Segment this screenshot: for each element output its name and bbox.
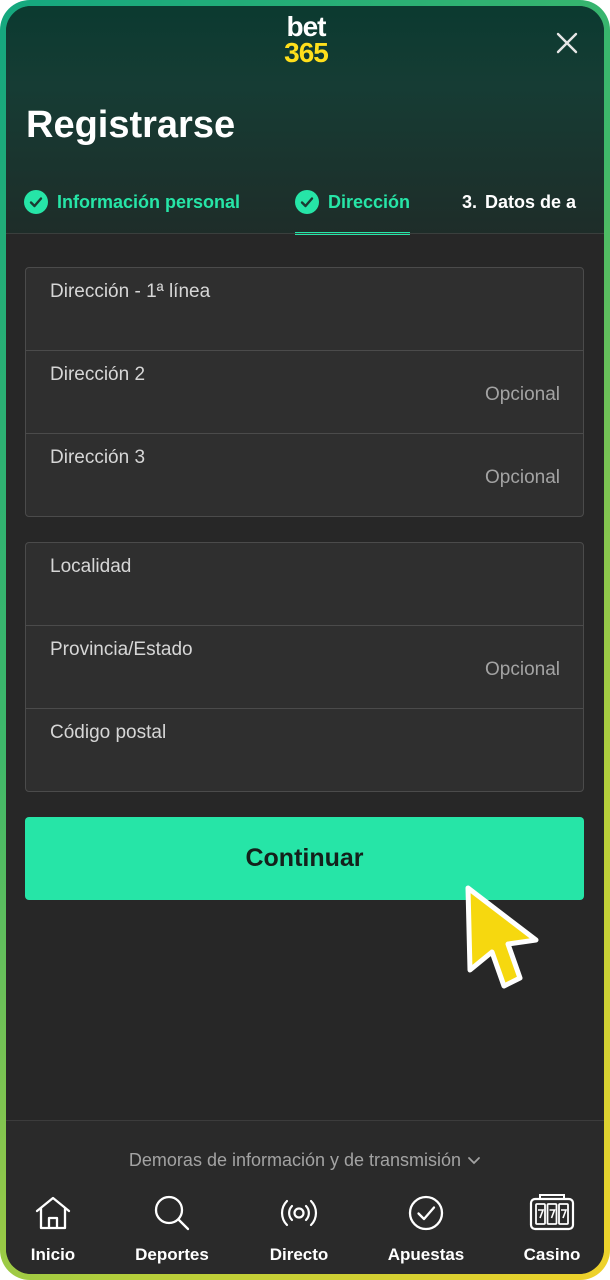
logo-bottom-text: 365: [284, 37, 329, 68]
tab-account-details[interactable]: 3. Datos de a: [462, 192, 576, 232]
delays-toggle[interactable]: Demoras de información y de transmisión: [6, 1150, 604, 1171]
province-state-field[interactable]: Provincia/Estado Opcional: [26, 626, 583, 709]
nav-item-apuestas[interactable]: Apuestas: [371, 1191, 481, 1265]
device-frame: bet 365 Registrarse Información personal…: [0, 0, 610, 1280]
tab-label: Información personal: [57, 192, 241, 212]
city-field[interactable]: Localidad: [26, 543, 583, 626]
field-label: Dirección 3: [50, 447, 146, 468]
address-line-3-field[interactable]: Dirección 3 Opcional: [26, 434, 583, 516]
live-broadcast-icon: [244, 1191, 354, 1235]
nav-label: Deportes: [135, 1245, 209, 1264]
app-screen: bet 365 Registrarse Información personal…: [6, 6, 604, 1274]
address-line-2-field[interactable]: Dirección 2 Opcional: [26, 351, 583, 434]
postal-code-field[interactable]: Código postal: [26, 709, 583, 791]
nav-label: Casino: [523, 1245, 581, 1264]
delays-text: Demoras de información y de transmisión: [128, 1150, 462, 1170]
tab-label: Datos de a: [485, 192, 577, 212]
search-icon: [117, 1191, 227, 1235]
chevron-down-icon: [468, 1157, 480, 1165]
nav-label: Directo: [269, 1245, 329, 1264]
nav-label: Apuestas: [387, 1245, 465, 1264]
optional-hint: Opcional: [485, 659, 560, 680]
pointer-cursor-icon: [456, 878, 546, 1005]
nav-item-deportes[interactable]: Deportes: [117, 1191, 227, 1265]
page-title: Registrarse: [26, 104, 236, 146]
address-fields-group: Dirección - 1ª línea Dirección 2 Opciona…: [25, 267, 584, 517]
nav-item-casino[interactable]: Casino: [497, 1191, 604, 1265]
check-icon: [24, 190, 48, 214]
divider: [6, 233, 604, 234]
location-fields-group: Localidad Provincia/Estado Opcional Códi…: [25, 542, 584, 792]
tab-personal-info[interactable]: Información personal: [24, 190, 241, 232]
slot-machine-icon: [497, 1191, 604, 1235]
nav-item-directo[interactable]: Directo: [244, 1191, 354, 1265]
tab-address[interactable]: Dirección: [295, 190, 411, 235]
field-label: Código postal: [50, 722, 167, 743]
field-label: Localidad: [50, 556, 132, 577]
check-circle-icon: [371, 1191, 481, 1235]
optional-hint: Opcional: [485, 467, 560, 488]
close-icon[interactable]: [554, 30, 580, 56]
step-number: 3.: [462, 192, 478, 212]
check-icon: [295, 190, 319, 214]
nav-label: Inicio: [30, 1245, 76, 1264]
optional-hint: Opcional: [485, 384, 560, 405]
bet365-logo: bet 365: [276, 13, 336, 68]
nav-item-inicio[interactable]: Inicio: [6, 1191, 108, 1265]
field-label: Dirección 2: [50, 364, 146, 385]
home-icon: [6, 1191, 108, 1235]
tab-label: Dirección: [328, 192, 411, 212]
field-label: Provincia/Estado: [50, 639, 193, 660]
field-label: Dirección - 1ª línea: [50, 281, 211, 302]
address-line-1-field[interactable]: Dirección - 1ª línea: [26, 268, 583, 351]
header: bet 365 Registrarse Información personal…: [6, 6, 604, 235]
